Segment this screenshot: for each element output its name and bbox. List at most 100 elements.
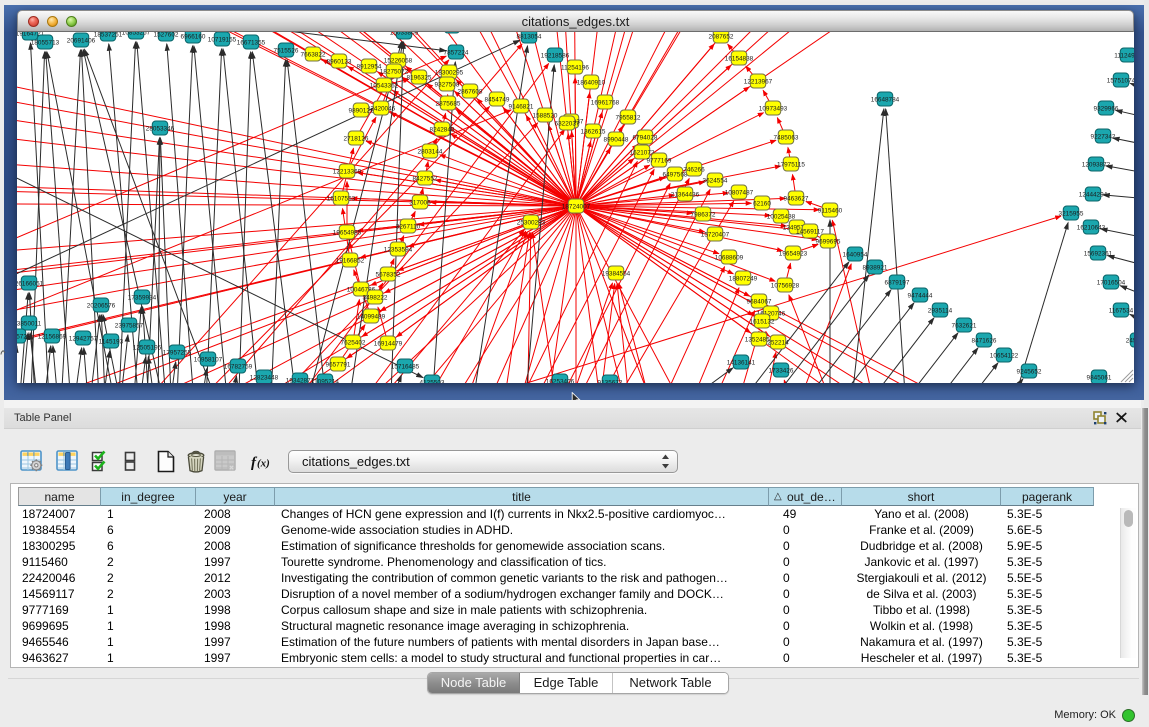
column-header-in_degree[interactable]: in_degree	[101, 487, 196, 506]
graph-node-label: 10543362	[370, 82, 399, 89]
network-window-titlebar[interactable]: citations_edges.txt	[17, 10, 1134, 32]
tab-edge-table[interactable]: Edge Table	[519, 673, 612, 694]
graph-node-label: 10654122	[990, 352, 1019, 359]
tab-node-table[interactable]: Node Table	[428, 673, 519, 694]
graph-node-label: 1527602	[154, 32, 179, 38]
graph-node-label: 18275072	[380, 68, 409, 75]
graph-node-label: 9463627	[784, 195, 809, 202]
tab-network-table[interactable]: Network Table	[612, 673, 728, 694]
row-height-icon[interactable]	[123, 450, 137, 477]
cell-short: de Silva et al. (2003)	[842, 587, 1001, 603]
cell-in_degree: 2	[101, 587, 196, 603]
graph-node-label: 2935114	[928, 307, 953, 314]
network-canvas[interactable]: 1916472118055713206914061853725110853257…	[17, 32, 1134, 383]
new-document-icon[interactable]	[155, 450, 176, 478]
graph-node-label: 14569117	[796, 228, 824, 235]
cell-out_de: 0	[769, 635, 842, 651]
trash-icon[interactable]	[186, 450, 206, 478]
close-panel-icon[interactable]	[1115, 411, 1129, 425]
cell-short: Nakamura et al. (1997)	[842, 635, 1001, 651]
table-column-icon[interactable]	[56, 450, 79, 477]
table-row[interactable]: 1830029562008Estimation of significance …	[18, 539, 1094, 555]
table-row[interactable]: 969969511998Structural magnetic resonanc…	[18, 619, 1094, 635]
table-row[interactable]: 1938455462009Genome-wide association stu…	[18, 523, 1094, 539]
table-row[interactable]: 977716911998Corpus callosum shape and si…	[18, 603, 1094, 619]
cell-pagerank: 5.3E-5	[1001, 603, 1094, 619]
float-panel-icon[interactable]	[1093, 411, 1107, 425]
cell-pagerank: 5.3E-5	[1001, 587, 1094, 603]
graph-node-label: 12093872	[1082, 161, 1111, 168]
cell-in_degree: 1	[101, 619, 196, 635]
cell-year: 2008	[196, 507, 275, 523]
cell-year: 1997	[196, 651, 275, 667]
table-scrollbar[interactable]	[1120, 508, 1136, 658]
graph-node-label: 11124905	[1114, 52, 1134, 59]
graph-node-label: 10025438	[767, 213, 796, 220]
graph-node-label: 10853257	[122, 32, 151, 36]
graph-node-label: 7515526	[274, 47, 299, 54]
table-row[interactable]: 1456911722003Disruption of a novel membe…	[18, 587, 1094, 603]
cell-title: Estimation of the future numbers of pati…	[275, 635, 769, 651]
column-header-title[interactable]: title	[275, 487, 769, 506]
cell-year: 2012	[196, 571, 275, 587]
graph-node-label: 16107553	[327, 195, 356, 202]
cell-title: Disruption of a novel member of a sodium…	[275, 587, 769, 603]
graph-node-label: 1167534	[1109, 307, 1134, 314]
graph-node-label: 9777169	[647, 157, 672, 164]
cell-short: Wolkin et al. (1998)	[842, 619, 1001, 635]
cell-out_de: 0	[769, 571, 842, 587]
graph-node-label: 19218586	[541, 52, 570, 59]
table-row[interactable]: 2242004622012Investigating the contribut…	[18, 571, 1094, 587]
panel-divider-strip[interactable]	[4, 400, 1141, 408]
table-toolbar: f (x) citations_edges.txt	[4, 429, 1141, 483]
graph-node-label: 7986372	[691, 211, 716, 218]
table-select-dropdown[interactable]: citations_edges.txt	[288, 450, 678, 473]
table-row[interactable]: 946362711997Embryonic stem cells: a mode…	[18, 651, 1094, 667]
graph-node-label: 19654985	[333, 229, 362, 236]
svg-text:(x): (x)	[257, 458, 270, 470]
graph-node-label: 16253406	[546, 378, 575, 383]
cell-title: Embryonic stem cells: a model to study s…	[275, 651, 769, 667]
graph-node-label: 9115460	[818, 207, 843, 214]
table-panel-header: Table Panel	[4, 408, 1141, 429]
combo-arrows-icon	[661, 454, 670, 474]
table-select-value: citations_edges.txt	[302, 451, 410, 472]
graph-node-label: 10958107	[194, 356, 223, 363]
cell-pagerank: 5.3E-5	[1001, 555, 1094, 571]
graph-node-label: 9227342	[1091, 133, 1116, 140]
canvas-resize-grip[interactable]	[1121, 370, 1133, 382]
table-scrollbar-thumb[interactable]	[1124, 510, 1133, 527]
sort-ascending-icon: △	[774, 488, 782, 506]
graph-node-label: 5678352	[376, 271, 401, 278]
graph-node[interactable]	[444, 32, 460, 33]
column-header-out_de[interactable]: out_de…△	[769, 487, 842, 506]
cell-short: Hescheler et al. (1997)	[842, 651, 1001, 667]
network-graph[interactable]: 1916472118055713206914061853725110853257…	[17, 32, 1134, 383]
table-settings-icon[interactable]	[20, 450, 43, 477]
cell-pagerank: 5.5E-5	[1001, 571, 1094, 587]
select-rows-icon[interactable]	[91, 450, 111, 477]
graph-node-label: 10973493	[759, 105, 788, 112]
cell-name: 18724007	[18, 507, 101, 523]
graph-node-label: 8990448	[604, 136, 629, 143]
graph-node-label: 1615132	[750, 318, 775, 325]
graph-node-label: 8196325	[407, 74, 432, 81]
cell-year: 1997	[196, 635, 275, 651]
column-header-name[interactable]: name	[18, 487, 101, 506]
graph-node-label: 6322037	[555, 120, 580, 127]
graph-node-label: 12156869	[38, 333, 67, 340]
graph-node-label: 9329966	[1094, 105, 1119, 112]
function-builder-icon[interactable]: f (x)	[250, 452, 272, 477]
column-header-year[interactable]: year	[196, 487, 275, 506]
column-header-pagerank[interactable]: pagerank	[1001, 487, 1094, 506]
network-window: citations_edges.txt 19164721180557132069…	[17, 10, 1134, 383]
table-row[interactable]: 946554611997Estimation of the future num…	[18, 635, 1094, 651]
graph-node-label: 20206576	[87, 302, 116, 309]
table-row[interactable]: 911546021997Tourette syndrome. Phenomeno…	[18, 555, 1094, 571]
graph-node-label: 7632621	[952, 322, 977, 329]
table-row[interactable]: 1872400712008Changes of HCN gene express…	[18, 507, 1094, 523]
graph-node-label: 16210643	[1077, 224, 1106, 231]
cell-title: Corpus callosum shape and size in male p…	[275, 603, 769, 619]
graph-node-label: 1362615	[581, 128, 606, 135]
column-header-short[interactable]: short	[842, 487, 1001, 506]
